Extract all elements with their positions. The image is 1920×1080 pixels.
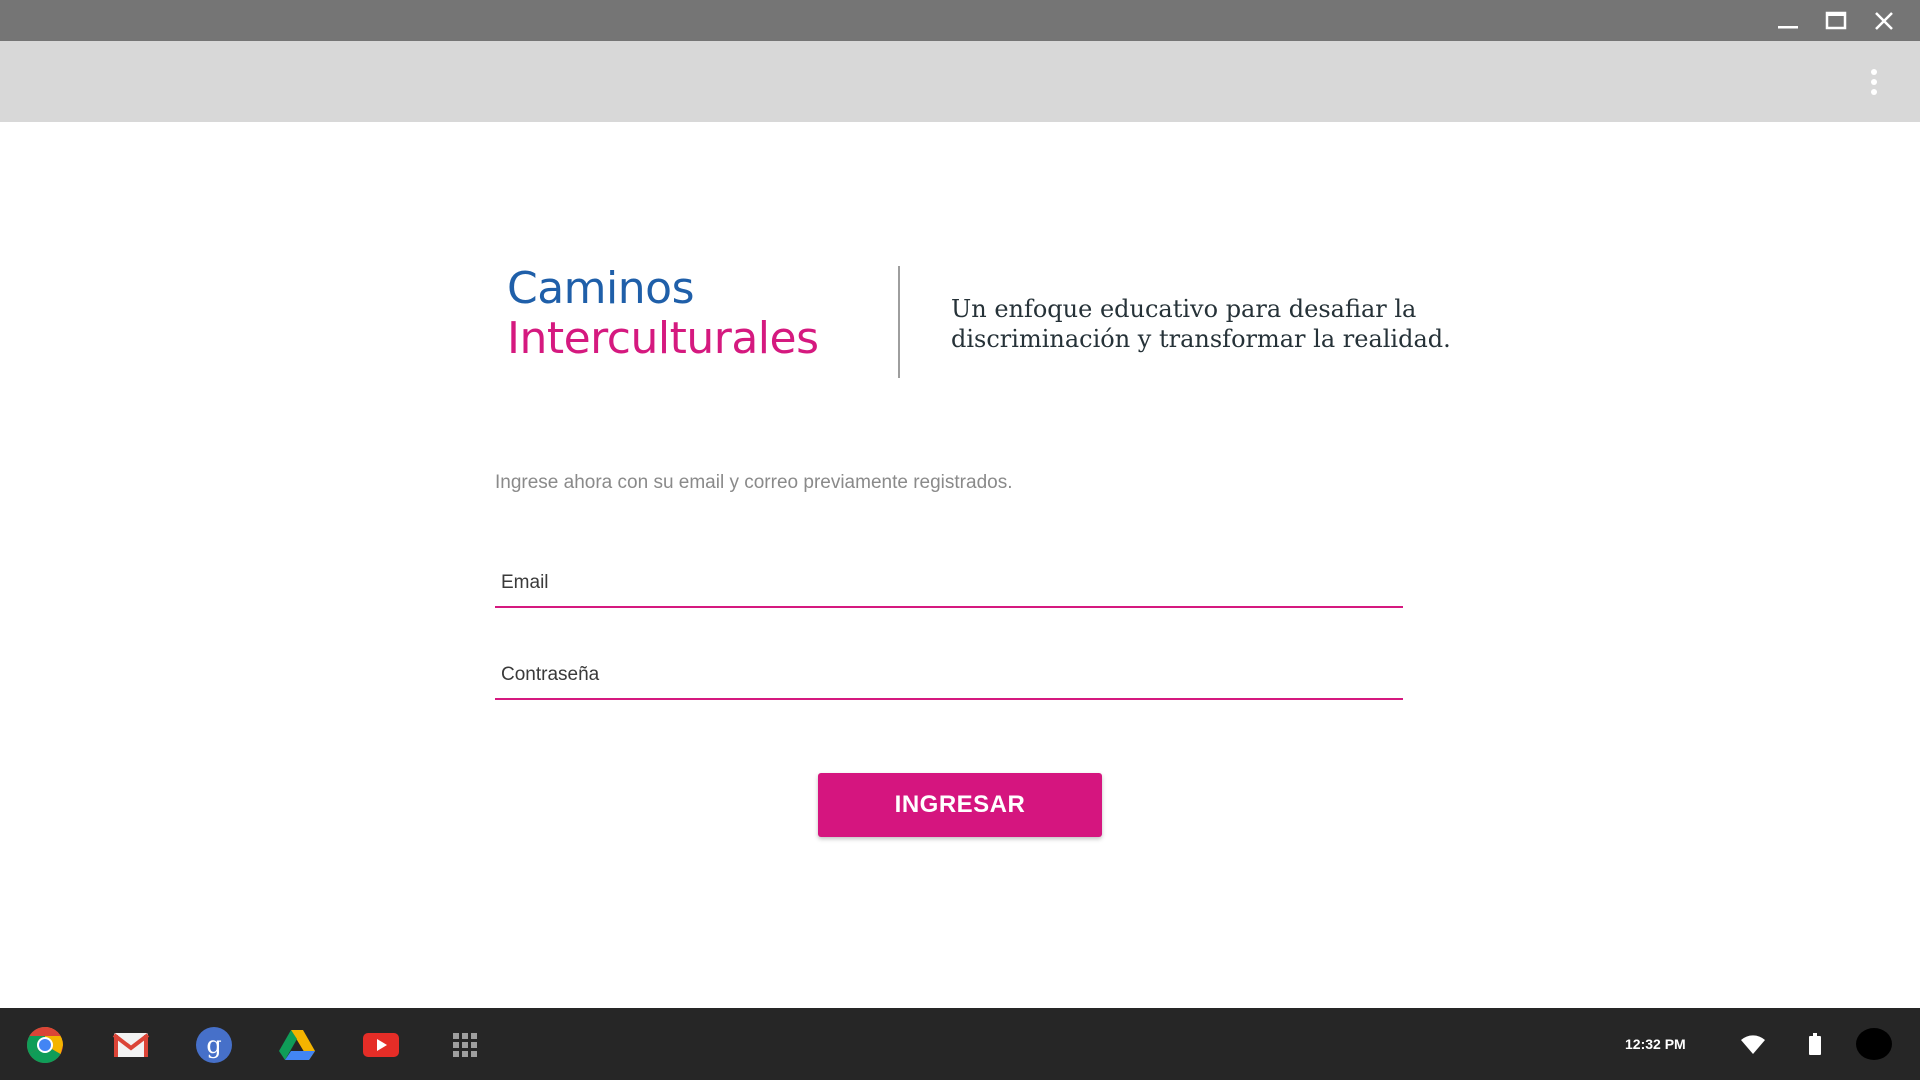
- youtube-icon[interactable]: [362, 1026, 400, 1064]
- tagline-line-2: discriminación y transformar la realidad…: [951, 325, 1451, 353]
- clock[interactable]: 12:32 PM: [1625, 1036, 1686, 1052]
- brand-title-interculturales: Interculturales: [507, 313, 819, 364]
- password-field-container: [495, 652, 1403, 700]
- email-field-container: [495, 560, 1403, 608]
- window-title-bar: [0, 0, 1920, 41]
- battery-icon[interactable]: [1809, 1033, 1821, 1055]
- gmail-icon[interactable]: [112, 1026, 150, 1064]
- brand-title-caminos: Caminos: [507, 263, 695, 314]
- avatar[interactable]: [1856, 1028, 1892, 1060]
- password-field[interactable]: [495, 652, 1403, 698]
- close-icon[interactable]: [1871, 8, 1897, 34]
- brand-divider: [898, 266, 900, 378]
- email-field[interactable]: [495, 560, 1403, 606]
- app-launcher-icon[interactable]: [446, 1026, 484, 1064]
- ingresar-button[interactable]: INGRESAR: [818, 773, 1102, 837]
- login-screen: Caminos Interculturales Un enfoque educa…: [0, 122, 1920, 1008]
- maximize-icon[interactable]: [1823, 8, 1849, 34]
- chrome-icon[interactable]: [26, 1026, 64, 1064]
- svg-text:g: g: [206, 1031, 221, 1059]
- tagline-line-1: Un enfoque educativo para desafiar la: [951, 295, 1417, 323]
- app-toolbar: [0, 41, 1920, 122]
- drive-icon[interactable]: [278, 1026, 316, 1064]
- wifi-icon[interactable]: [1740, 1034, 1766, 1056]
- login-intro-text: Ingrese ahora con su email y correo prev…: [495, 472, 1013, 493]
- google-plus-icon[interactable]: g: [195, 1026, 233, 1064]
- minimize-icon[interactable]: [1775, 8, 1801, 34]
- more-vert-icon[interactable]: [1864, 65, 1884, 99]
